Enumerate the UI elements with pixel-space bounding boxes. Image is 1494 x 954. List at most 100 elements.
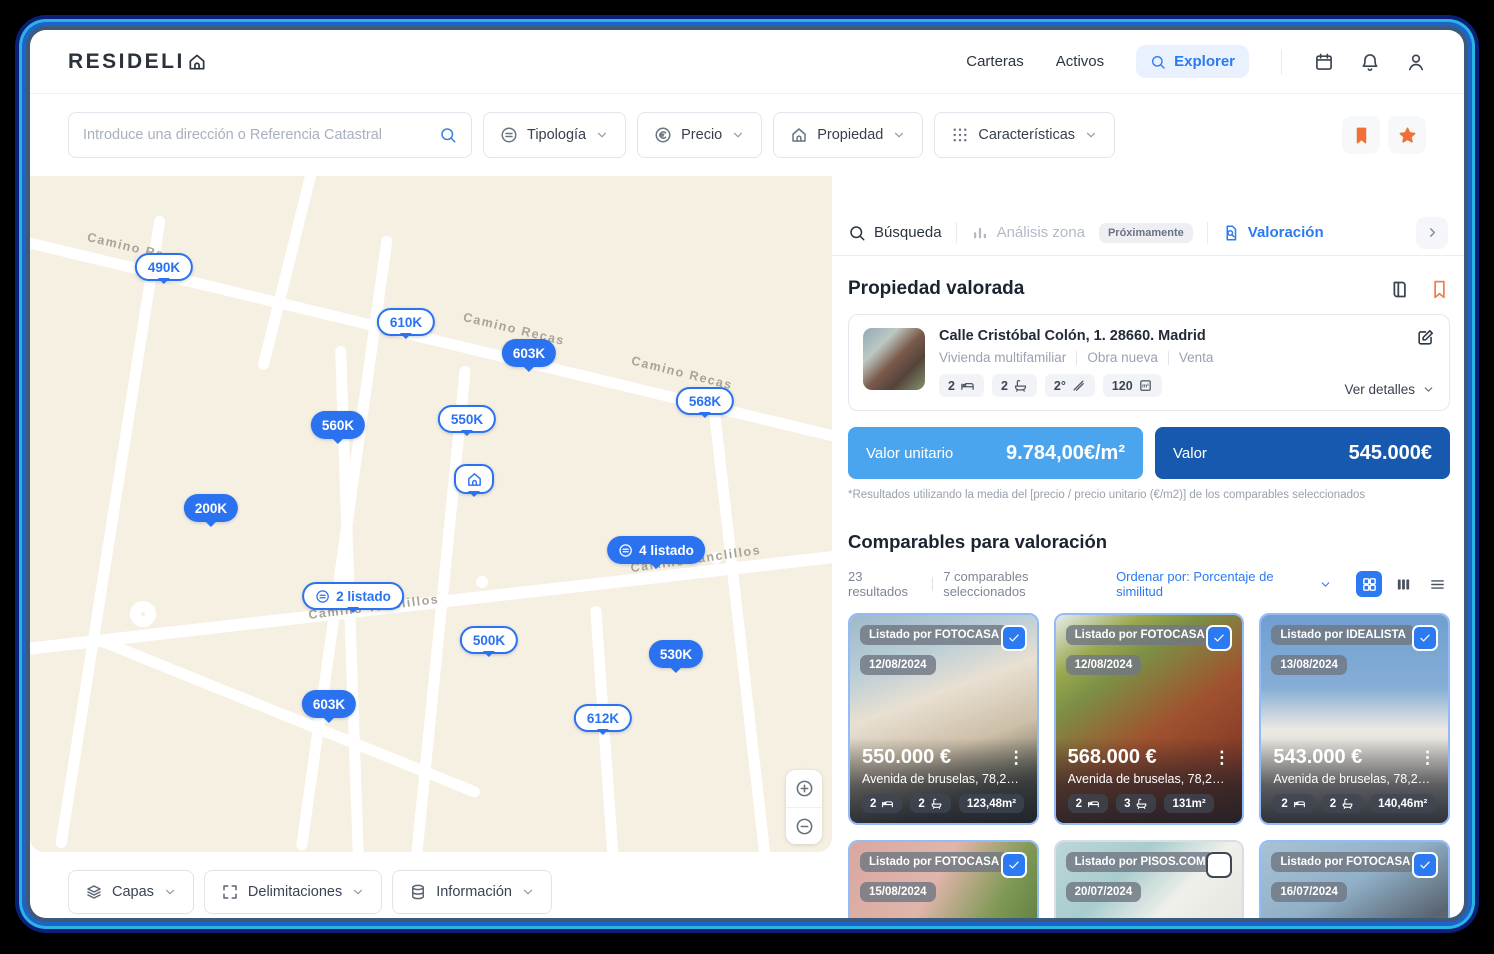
comparable-card[interactable]: Listado por FOTOCASA 16/07/2024 (1259, 840, 1450, 918)
map-marker-price[interactable]: 490K (134, 253, 194, 281)
bell-icon[interactable] (1360, 52, 1380, 72)
filter-propiedad[interactable]: Propiedad (773, 112, 924, 158)
comparable-card[interactable]: Listado por IDEALISTA 13/08/2024 543.000 €… (1259, 613, 1450, 825)
listing-baths-badge: 2 (1321, 794, 1363, 813)
favorites-button[interactable] (1388, 116, 1426, 154)
search-icon[interactable] (439, 126, 457, 144)
chevron-down-icon (595, 128, 609, 142)
kebab-menu-icon[interactable]: ⋮ (1008, 749, 1025, 766)
tab-valoracion[interactable]: Valoración (1222, 224, 1324, 242)
listing-date-chip: 12/08/2024 (1065, 655, 1142, 675)
zoom-out-button[interactable] (786, 807, 822, 844)
saved-searches-button[interactable] (1342, 116, 1380, 154)
listing-baths-badge: 2 (910, 794, 951, 813)
sort-dropdown[interactable]: Ordenar por: Porcentaje de similitud (1116, 569, 1332, 599)
grid-view-icon (1361, 576, 1378, 593)
calendar-icon[interactable] (1314, 52, 1334, 72)
map-marker-home[interactable] (454, 464, 494, 494)
zoom-in-button[interactable] (786, 770, 822, 807)
ver-detalles-button[interactable]: Ver detalles (1344, 382, 1435, 397)
filter-propiedad-label: Propiedad (817, 127, 884, 143)
map-control-layers[interactable]: Capas (68, 870, 194, 914)
map-marker-cluster[interactable]: 4 listado (607, 536, 705, 564)
grid-view-button[interactable] (1356, 571, 1383, 597)
tab-busqueda-label: Búsqueda (874, 224, 942, 241)
marker-label: 610K (389, 314, 423, 330)
comparable-card[interactable]: Listado por FOTOCASA 15/08/2024 (848, 840, 1039, 918)
tab-analisis-label: Análisis zona (996, 224, 1085, 241)
listing-area-badge: 123,48m² (958, 794, 1025, 813)
tab-valoracion-label: Valoración (1247, 224, 1324, 241)
map-marker-price[interactable]: 560K (310, 411, 366, 439)
euro-icon (654, 126, 672, 144)
map-marker-price[interactable]: 610K (376, 308, 436, 336)
grid-dots-icon (951, 126, 969, 144)
comparable-card[interactable]: Listado por FOTOCASA 12/08/2024 550.000 € ⋮… (848, 613, 1039, 825)
chevron-down-icon (892, 128, 906, 142)
map-marker-price[interactable]: 568K (675, 387, 735, 415)
map-marker-price[interactable]: 603K (301, 690, 357, 718)
tabs-next-button[interactable] (1416, 216, 1448, 249)
minus-circle-icon (795, 817, 814, 836)
map-marker-price[interactable]: 500K (459, 626, 519, 654)
map-control-label: Información (436, 884, 512, 900)
map-marker-price[interactable]: 200K (183, 494, 239, 522)
report-icon[interactable] (1390, 279, 1411, 300)
map-marker-price[interactable]: 530K (648, 640, 704, 668)
results-row: 23 resultados 7 comparables seleccionado… (848, 569, 1450, 599)
kebab-menu-icon[interactable]: ⋮ (1213, 749, 1230, 766)
nav-activos[interactable]: Activos (1056, 53, 1104, 70)
comparable-checkbox[interactable] (1206, 625, 1233, 651)
filter-tipologia[interactable]: Tipología (483, 112, 627, 158)
comparable-card[interactable]: Listado por FOTOCASA 12/08/2024 568.000 € ⋮… (1053, 613, 1245, 825)
star-icon (1398, 126, 1417, 145)
check-icon (1212, 631, 1226, 645)
map-control-label: Delimitaciones (247, 884, 343, 900)
marker-label: 612K (586, 710, 620, 726)
bar-chart-icon (971, 224, 989, 242)
search-input[interactable] (83, 127, 439, 143)
edit-icon[interactable] (1416, 328, 1435, 347)
listing-source-chip: Listado por PISOS.COM (1065, 852, 1215, 872)
comparable-checkbox[interactable] (1000, 852, 1027, 878)
badge-value: 2 (948, 378, 955, 393)
comparable-card[interactable]: Listado por PISOS.COM 20/07/2024 (1053, 840, 1245, 918)
panel-scroll[interactable]: Propiedad valorada Calle Cristóbal Colón… (832, 256, 1464, 918)
app-window: RESIDELI Carteras Activos Explorer Intro… (30, 30, 1464, 918)
map-marker-price[interactable]: 612K (573, 704, 633, 732)
filter-caracteristicas[interactable]: Características (934, 112, 1116, 158)
map-canvas[interactable]: Camino RecasCamino RecasCamino RecasCami… (30, 176, 832, 852)
columns-view-button[interactable] (1390, 571, 1416, 597)
map-marker-cluster[interactable]: 2 listado (302, 582, 404, 610)
map-marker-price[interactable]: 603K (501, 339, 557, 367)
valuation-footnote: *Resultados utilizando la media del [pre… (848, 489, 1366, 501)
property-badge-bath: 2 (991, 374, 1037, 397)
layers-icon (85, 883, 103, 901)
map-control-expand[interactable]: Delimitaciones (203, 870, 383, 914)
bookmark-outline-icon[interactable] (1429, 279, 1450, 300)
map-marker-price[interactable]: 550K (437, 405, 497, 433)
nav-explorer[interactable]: Explorer (1136, 45, 1249, 78)
comparable-checkbox[interactable] (1206, 852, 1233, 878)
listing-source-chip: Listado por FOTOCASA (1065, 625, 1214, 645)
filter-precio[interactable]: Precio (637, 112, 763, 158)
address-search[interactable] (68, 112, 472, 158)
marker-label: 603K (312, 696, 346, 712)
comparable-checkbox[interactable] (1412, 625, 1438, 651)
tab-busqueda[interactable]: Búsqueda (848, 224, 942, 242)
tab-analisis-zona[interactable]: Análisis zona (971, 224, 1085, 242)
brand-logo[interactable]: RESIDELI (68, 50, 207, 74)
home-logo-icon (187, 52, 207, 72)
comparable-checkbox[interactable] (1000, 625, 1027, 651)
comparable-checkbox[interactable] (1412, 852, 1438, 878)
kebab-menu-icon[interactable]: ⋮ (1419, 749, 1436, 766)
plus-circle-icon (795, 779, 814, 798)
list-view-button[interactable] (1424, 571, 1450, 597)
nav-carteras[interactable]: Carteras (966, 53, 1024, 70)
bath-icon (1135, 797, 1148, 810)
map-control-database[interactable]: Información (392, 870, 552, 914)
marker-label: 500K (472, 632, 506, 648)
header-divider (1281, 48, 1282, 75)
user-icon[interactable] (1406, 52, 1426, 72)
marker-label: 603K (512, 345, 546, 361)
